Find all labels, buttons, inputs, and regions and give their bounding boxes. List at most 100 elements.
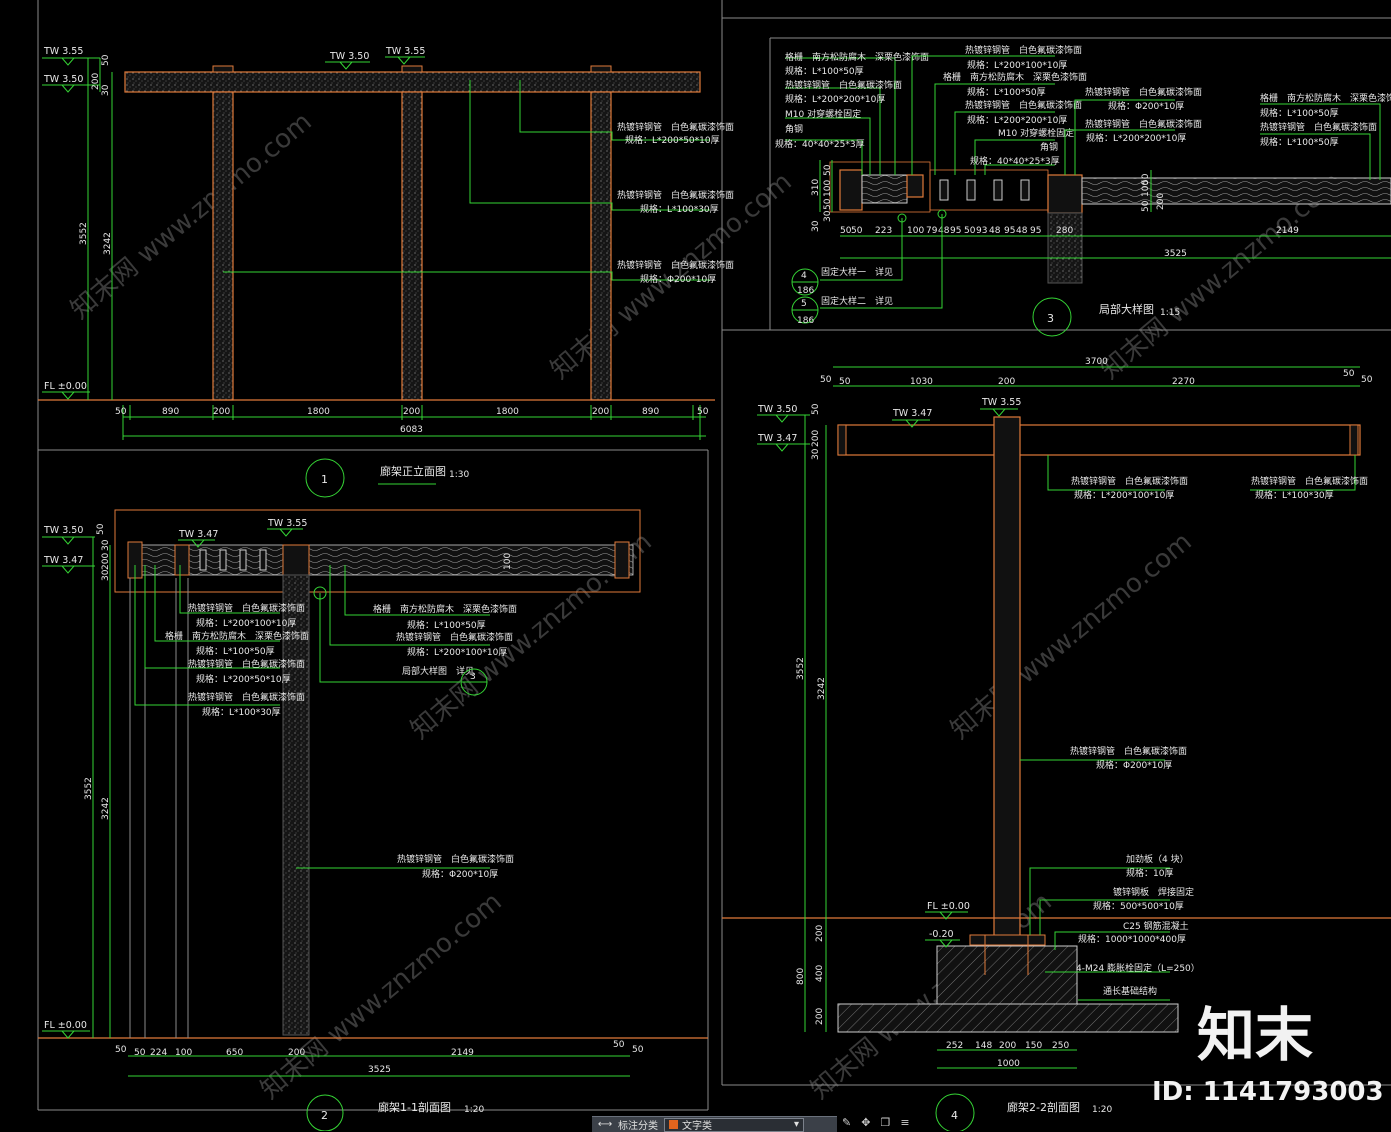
svg-text:格栅 南方松防腐木 深栗色漆饰面: 格栅 南方松防腐木 深栗色漆饰面 [785,51,929,63]
top-beam [124,71,701,93]
svg-text:224: 224 [150,1048,167,1058]
view-title: 局部大样图 [1099,302,1154,316]
svg-text:50: 50 [101,54,111,66]
footing [936,945,1078,1005]
svg-text:50: 50 [823,164,833,176]
svg-text:250: 250 [1052,1041,1069,1051]
svg-text:30: 30 [811,220,821,232]
svg-text:规格：L*200*50*10厚: 规格：L*200*50*10厚 [625,134,720,146]
post-section [282,574,310,1036]
svg-text:格栅 南方松防腐木 深栗色漆饰面: 格栅 南方松防腐木 深栗色漆饰面 [373,603,517,615]
svg-text:200: 200 [592,407,609,417]
svg-text:通长基础结构: 通长基础结构 [1103,985,1157,997]
svg-text:TW 3.55: TW 3.55 [981,397,1021,408]
svg-text:规格：L*100*50厚: 规格：L*100*50厚 [1260,136,1339,148]
svg-text:1:20: 1:20 [464,1105,484,1115]
svg-text:格栅 南方松防腐木 深栗色漆饰面: 格栅 南方松防腐木 深栗色漆饰面 [1260,92,1391,104]
svg-text:加劲板（4 块）: 加劲板（4 块） [1126,853,1189,865]
svg-text:50: 50 [115,1045,127,1055]
svg-text:热镀锌钢管 白色氟碳漆饰面: 热镀锌钢管 白色氟碳漆饰面 [1085,118,1202,130]
svg-text:2149: 2149 [1276,226,1299,236]
dimension-icon[interactable]: ⟷ [596,1118,614,1131]
svg-text:30: 30 [101,84,111,96]
svg-text:TW 3.47: TW 3.47 [43,555,83,566]
column [401,91,423,401]
svg-text:TW 3.55: TW 3.55 [43,46,83,57]
svg-text:镀锌钢板 焊接固定: 镀锌钢板 焊接固定 [1113,886,1194,898]
svg-text:200: 200 [101,553,111,570]
svg-text:规格：Φ200*10厚: 规格：Φ200*10厚 [422,868,498,880]
svg-text:4: 4 [951,1109,958,1122]
svg-text:3242: 3242 [101,797,111,820]
svg-text:3552: 3552 [84,777,94,800]
view-title: 廊架2-2剖面图 [1007,1100,1080,1114]
svg-text:1000: 1000 [997,1059,1020,1069]
svg-text:200: 200 [403,407,420,417]
svg-text:50: 50 [1343,369,1355,379]
svg-text:3525: 3525 [1164,249,1187,259]
svg-text:3552: 3552 [79,222,89,245]
svg-text:FL ±0.00: FL ±0.00 [927,901,970,912]
svg-text:TW 3.47: TW 3.47 [892,408,932,419]
svg-text:6083: 6083 [400,425,423,435]
svg-text:50: 50 [820,375,832,385]
svg-text:50: 50 [964,226,976,236]
svg-text:50: 50 [840,226,852,236]
svg-text:100: 100 [1141,180,1151,197]
svg-text:M10 对穿螺栓固定: M10 对穿螺栓固定 [998,127,1074,139]
svg-text:200: 200 [213,407,230,417]
svg-text:TW 3.50: TW 3.50 [757,404,797,415]
copy-icon[interactable]: ❐ [880,1116,890,1131]
svg-text:规格：Φ200*10厚: 规格：Φ200*10厚 [1096,759,1172,771]
svg-text:223: 223 [875,226,892,236]
svg-text:95: 95 [950,226,961,236]
cad-canvas[interactable]: 知末网 www.znzmo.com 知末网 www.znzmo.com 知末网 … [0,0,1391,1131]
svg-text:规格：L*200*100*10厚: 规格：L*200*100*10厚 [1074,489,1174,501]
svg-text:热镀锌钢管 白色氟碳漆饰面: 热镀锌钢管 白色氟碳漆饰面 [1070,745,1187,757]
svg-text:热镀锌钢管 白色氟碳漆饰面: 热镀锌钢管 白色氟碳漆饰面 [965,99,1082,111]
svg-text:48: 48 [1016,226,1028,236]
svg-text:FL ±0.00: FL ±0.00 [44,1020,87,1031]
svg-text:100: 100 [175,1048,192,1058]
svg-text:50: 50 [115,407,127,417]
svg-text:100: 100 [823,180,833,197]
svg-text:规格：L*100*50厚: 规格：L*100*50厚 [407,619,486,631]
move-icon[interactable]: ✥ [861,1116,870,1131]
view-title: 廊架正立面图 [380,464,446,478]
svg-text:1:15: 1:15 [1160,308,1180,318]
svg-text:50: 50 [1141,200,1151,212]
svg-text:200: 200 [1156,193,1166,210]
svg-text:200: 200 [815,925,825,942]
layers-icon[interactable]: ≡ [900,1116,909,1131]
svg-text:固定大样一 详见: 固定大样一 详见 [821,266,893,278]
svg-text:50: 50 [811,403,821,415]
level-markers: TW 3.55 TW 3.50 TW 3.50 TW 3.55 FL ±0.00 [42,46,425,400]
pen-icon[interactable]: ✎ [842,1116,851,1131]
svg-text:规格：40*40*25*3厚: 规格：40*40*25*3厚 [775,138,865,150]
svg-text:规格：L*200*100*10厚: 规格：L*200*100*10厚 [196,617,296,629]
svg-text:30: 30 [811,448,821,460]
svg-text:-0.20: -0.20 [929,929,954,940]
svg-text:50: 50 [697,407,709,417]
svg-text:3: 3 [1047,312,1054,325]
svg-text:TW 3.55: TW 3.55 [385,46,425,57]
svg-text:规格：L*200*100*10厚: 规格：L*200*100*10厚 [407,646,507,658]
svg-text:310: 310 [811,179,821,196]
svg-text:95: 95 [1004,226,1015,236]
chevron-down-icon: ▾ [793,1119,799,1130]
svg-text:规格：L*100*50厚: 规格：L*100*50厚 [196,645,275,657]
svg-text:3525: 3525 [368,1065,391,1075]
svg-text:30: 30 [823,210,833,222]
svg-text:48: 48 [989,226,1001,236]
svg-text:200: 200 [999,1041,1016,1051]
svg-text:280: 280 [1056,226,1073,236]
svg-text:热镀锌钢管 白色氟碳漆饰面: 热镀锌钢管 白色氟碳漆饰面 [1071,475,1188,487]
svg-text:规格：L*100*50厚: 规格：L*100*50厚 [1260,107,1339,119]
svg-text:2270: 2270 [1172,377,1195,387]
svg-text:热镀锌钢管 白色氟碳漆饰面: 热镀锌钢管 白色氟碳漆饰面 [785,79,902,91]
svg-text:50: 50 [851,226,863,236]
svg-text:186: 186 [797,286,814,296]
svg-text:200: 200 [91,73,101,90]
toolbar-label: 标注分类 [618,1121,658,1132]
layer-select[interactable]: 文字类 ▾ [664,1117,804,1132]
